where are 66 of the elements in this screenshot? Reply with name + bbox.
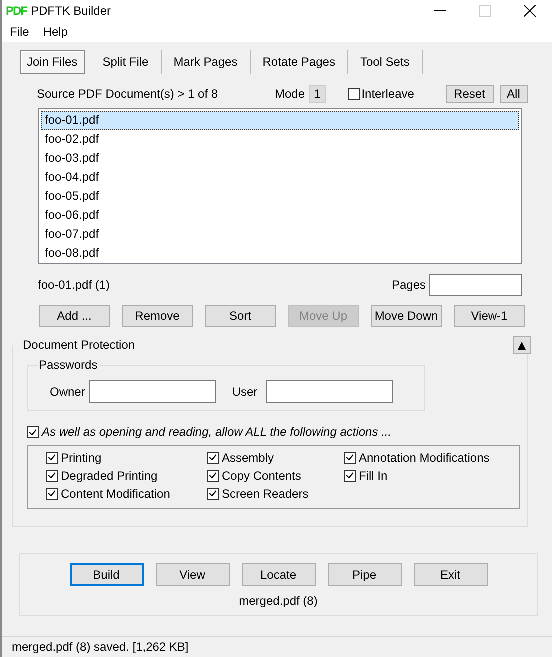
document-list-row[interactable]: foo-02.pdf [41,130,519,149]
menu-item[interactable]: File [10,25,30,39]
list-button[interactable]: Reset [446,85,494,103]
maximize-icon [478,5,490,17]
tab[interactable]: Rotate Pages [250,50,348,74]
permission-label: Screen Readers [222,486,309,500]
file-button[interactable]: Add ... [39,305,110,327]
interleave-checkbox[interactable] [348,88,360,100]
file-list[interactable]: foo-01.pdf foo-02.pdf foo-03.pdf foo-04.pdf foo-05.pdf foo-06.pdf foo-07.pdf foo-08.pdf [38,108,522,264]
user-label: User [232,384,258,398]
mode-value: 1 [309,85,326,103]
file-button[interactable]: Remove [122,305,193,327]
action-button[interactable]: Pipe [328,563,402,586]
file-button[interactable]: View-1 [454,305,525,327]
collapse-button[interactable]: ▲ [513,336,531,354]
permission-label: Copy Contents [222,468,302,482]
tab[interactable]: Split File [90,50,162,74]
window-title: PDFTK Builder [31,4,112,18]
file-button[interactable]: Move Down [371,305,442,327]
permission-checkbox[interactable] [207,452,219,464]
permission-checkbox[interactable] [207,470,219,482]
status-bar: merged.pdf (8) saved. [1,262 KB] [2,636,552,657]
permission-label: Degraded Printing [61,468,158,482]
pages-field[interactable] [429,274,522,296]
document-list-row[interactable]: foo-03.pdf [41,149,519,168]
permission-label: Assembly [222,450,274,464]
current-file-label: foo-01.pdf (1) [38,278,112,292]
passwords-title: Passwords [38,358,99,372]
document-list-row[interactable]: foo-01.pdf [41,111,519,130]
permission-checkbox[interactable] [344,452,356,464]
user-field[interactable] [266,380,393,403]
source-label: Source PDF Document(s) > 1 of 8 [37,87,220,101]
document-list-row[interactable]: foo-06.pdf [41,206,519,225]
document-list-row[interactable]: foo-05.pdf [41,187,519,206]
allow-checkbox[interactable] [27,426,39,438]
allow-label: As well as opening and reading, allow ALL the following actions ... [42,425,392,439]
action-button[interactable]: Locate [242,563,316,586]
menu-item[interactable]: Help [43,25,68,39]
pages-label: Pages [392,278,426,292]
output-label: merged.pdf (8) [239,594,318,608]
permission-label: Annotation Modifications [359,450,490,464]
owner-label: Owner [50,384,86,398]
permission-checkbox[interactable] [344,470,356,482]
permission-checkbox[interactable] [46,470,58,482]
close-icon [524,5,536,17]
document-list-row[interactable]: foo-08.pdf [41,244,519,263]
permission-checkbox[interactable] [46,452,58,464]
interleave-label: Interleave [362,87,416,101]
owner-field[interactable] [89,380,216,403]
action-button[interactable]: Build [70,563,144,586]
document-list-row[interactable]: foo-04.pdf [41,168,519,187]
mode-label: Mode [275,87,306,101]
tab[interactable]: Mark Pages [162,50,251,74]
file-button[interactable]: Sort [205,305,276,327]
action-button[interactable]: Exit [414,563,488,586]
tab[interactable]: Tool Sets [348,50,423,74]
app-logo: PDF [6,3,28,19]
list-button[interactable]: All [500,85,528,103]
permission-label: Content Modification [61,486,170,500]
permission-label: Fill In [359,468,388,482]
action-button[interactable]: View [156,563,230,586]
permission-checkbox[interactable] [207,488,219,500]
tab[interactable]: Join Files [20,50,85,74]
document-list-row[interactable]: foo-07.pdf [41,225,519,244]
permission-checkbox[interactable] [46,488,58,500]
permission-label: Printing [61,450,102,464]
